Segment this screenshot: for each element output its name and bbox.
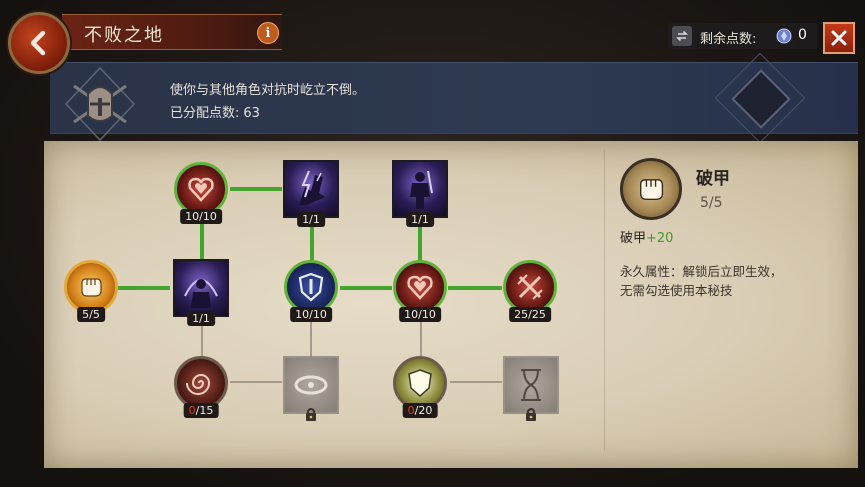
skill-count-max: /20 [414, 404, 433, 417]
skill-node-heart-shield-2[interactable]: 10/10 [393, 260, 447, 322]
shield-icon [393, 356, 447, 410]
connector [118, 286, 170, 290]
back-button[interactable] [8, 12, 70, 74]
chevron-left-icon [30, 30, 46, 56]
connector-inactive [310, 320, 312, 358]
selected-skill-name: 破甲 [696, 169, 730, 189]
helmet-emblem-icon [64, 66, 136, 142]
connector [340, 286, 392, 290]
skill-node-dome-figure[interactable]: 1/1 [173, 259, 229, 326]
skill-node-lightning-boot[interactable]: 1/1 [283, 160, 339, 227]
selected-skill-level: 5/5 [700, 195, 723, 211]
skill-count: 1/1 [297, 212, 325, 227]
blade-shield-icon [284, 260, 338, 314]
connector-inactive [450, 381, 502, 383]
connector [230, 187, 282, 191]
skill-node-vortex[interactable]: 0/15 [174, 356, 228, 418]
lock-icon [306, 408, 316, 421]
skill-node-blade-shield[interactable]: 10/10 [284, 260, 338, 322]
skill-node-hourglass-locked[interactable] [503, 356, 559, 421]
stat-bonus: +20 [646, 231, 674, 246]
permanent-note-line1: 永久属性：解锁后立即生效， [620, 264, 783, 279]
reset-points-button[interactable] [672, 26, 692, 46]
skill-count: 10/10 [399, 307, 441, 322]
skill-count: 10/10 [290, 307, 332, 322]
info-icon: i [265, 25, 271, 41]
remaining-points-label: 剩余点数: [700, 32, 757, 47]
panel-divider [604, 150, 605, 450]
skill-node-shield-plain[interactable]: 0/20 [393, 356, 447, 418]
vortex-icon [174, 356, 228, 410]
allocated-points: 已分配点数: 63 [170, 102, 260, 121]
remaining-points-bar: 剩余点数: 0 [668, 23, 818, 49]
skill-node-heart-shield[interactable]: 10/10 [174, 162, 228, 224]
skill-count: 0/20 [402, 403, 438, 418]
page-title: 不败之地 [84, 25, 164, 46]
skill-count: 1/1 [187, 311, 215, 326]
allocated-points-value: 63 [243, 106, 260, 121]
skill-count-current: 0 [188, 404, 196, 417]
skill-count: 10/10 [180, 209, 222, 224]
remaining-points-value: 0 [798, 27, 807, 43]
selected-skill-fist-icon [620, 158, 682, 220]
skill-node-fist[interactable]: 5/5 [64, 260, 118, 322]
lightning-boot-icon [283, 160, 339, 218]
crossed-swords-icon [503, 260, 557, 314]
skill-point-gem-icon [776, 28, 792, 44]
connector-inactive [230, 381, 282, 383]
lock-icon [526, 408, 536, 421]
skill-count: 5/5 [77, 307, 105, 322]
fist-icon [64, 260, 118, 314]
skill-node-crossed-swords[interactable]: 25/25 [503, 260, 557, 322]
stat-name: 破甲 [620, 231, 647, 246]
connector-inactive [201, 322, 203, 356]
skill-count: 25/25 [509, 307, 551, 322]
skill-tree-panel [44, 141, 858, 468]
connector [418, 222, 422, 264]
connector-inactive [420, 322, 422, 356]
skill-count-current: 0 [407, 404, 415, 417]
permanent-note-line2: 无需勾选使用本秘技 [620, 283, 733, 298]
tree-description: 使你与其他角色对抗时屹立不倒。 [170, 83, 366, 98]
skill-count-max: /15 [195, 404, 214, 417]
connector [448, 286, 502, 290]
close-icon [831, 30, 847, 46]
dome-figure-icon [173, 259, 229, 317]
skill-node-warrior-figure[interactable]: 1/1 [392, 160, 448, 227]
close-button[interactable] [823, 22, 855, 54]
info-button[interactable]: i [257, 22, 279, 44]
swap-icon [676, 30, 688, 42]
selected-skill-stat: 破甲+20 [620, 227, 673, 246]
heart-shield-icon [393, 260, 447, 314]
skill-count: 1/1 [406, 212, 434, 227]
skill-count: 0/15 [183, 403, 219, 418]
connector [310, 222, 314, 264]
title-banner: 不败之地 [62, 14, 282, 50]
allocated-points-label: 已分配点数: [170, 106, 240, 121]
warrior-figure-icon [392, 160, 448, 218]
heart-shield-icon [174, 162, 228, 216]
skill-node-chain-locked[interactable] [283, 356, 339, 421]
